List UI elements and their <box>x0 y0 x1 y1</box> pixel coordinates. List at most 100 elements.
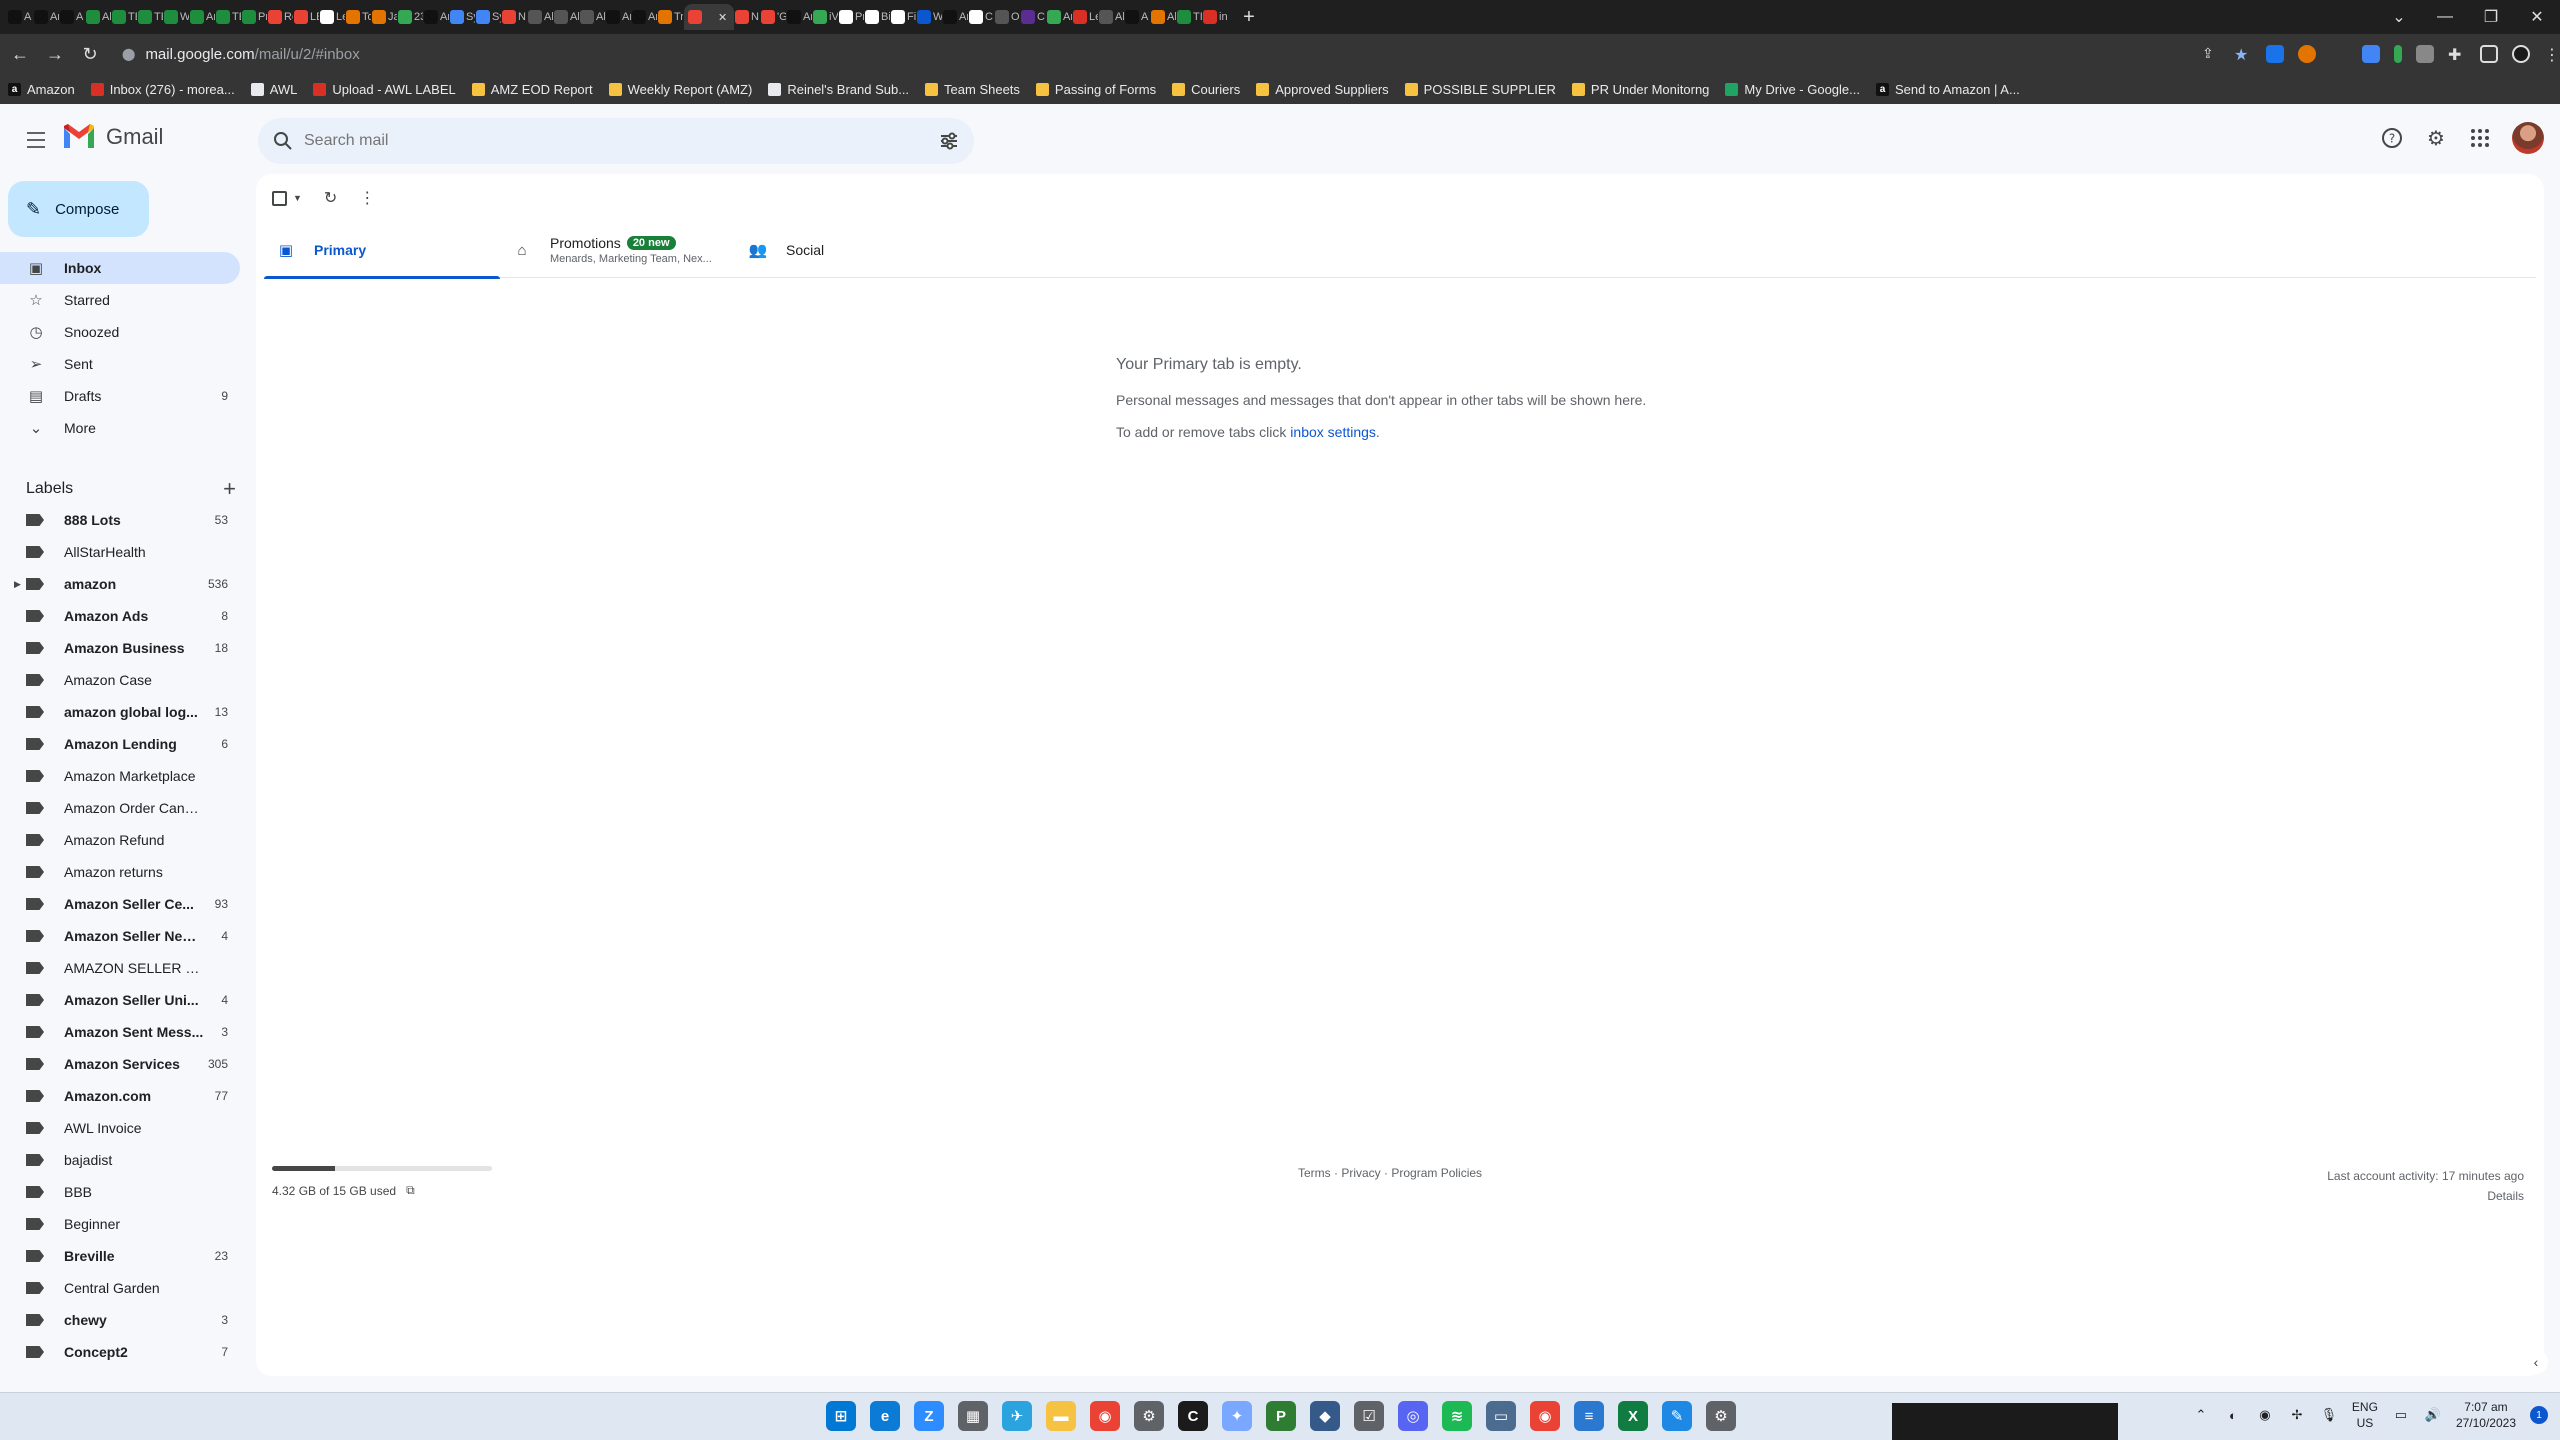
bookmark-item[interactable]: My Drive - Google... <box>1725 82 1860 97</box>
tab-promotions[interactable]: ⌂ Promotions 20 new Menards, Marketing T… <box>500 222 736 278</box>
tab-primary[interactable]: ▣ Primary <box>264 222 500 279</box>
bookmark-item[interactable]: a Send to Amazon | A... <box>1876 82 2020 97</box>
browser-tab[interactable]: Le <box>1073 4 1098 30</box>
browser-tab[interactable]: Al <box>580 4 605 30</box>
label-item[interactable]: Amazon returns <box>0 856 240 888</box>
browser-tab[interactable]: TI <box>1177 4 1202 30</box>
open-in-new-icon[interactable]: ⧉ <box>406 1183 415 1198</box>
edge-icon[interactable]: e <box>870 1401 900 1431</box>
telegram-icon[interactable]: ✈ <box>1002 1401 1032 1431</box>
refresh-icon[interactable]: ↻ <box>324 188 337 208</box>
new-tab-button[interactable]: + <box>1237 6 1261 29</box>
help-icon[interactable]: ? <box>2380 126 2404 150</box>
notepad-icon[interactable]: ≡ <box>1574 1401 1604 1431</box>
browser-tab[interactable]: Ar <box>787 4 812 30</box>
extension-1-icon[interactable] <box>2266 45 2284 63</box>
search-input[interactable] <box>304 132 864 150</box>
app-tray-icon[interactable]: ◉ <box>2256 1406 2274 1424</box>
label-item[interactable]: Central Garden <box>0 1272 240 1304</box>
browser-tab[interactable]: TE <box>138 4 163 30</box>
minimize-icon[interactable]: — <box>2422 8 2468 26</box>
browser-tab[interactable]: Ja <box>372 4 397 30</box>
label-item[interactable]: AMAZON SELLER SUPP... <box>0 952 240 984</box>
browser-tab[interactable]: To <box>346 4 371 30</box>
label-item[interactable]: Amazon Lending 6 <box>0 728 240 760</box>
share-icon[interactable]: ⇪ <box>2202 45 2220 63</box>
tab-search-icon[interactable]: ⌄ <box>2376 7 2422 27</box>
window-preview-thumbnail[interactable] <box>1892 1403 2118 1440</box>
gmail-logo[interactable]: Gmail <box>62 124 163 150</box>
label-item[interactable]: Amazon Business 18 <box>0 632 240 664</box>
app-star-icon[interactable]: ✦ <box>1222 1401 1252 1431</box>
vpn-icon[interactable]: ◆ <box>1310 1401 1340 1431</box>
bookmark-star-icon[interactable]: ★ <box>2234 45 2252 64</box>
reload-icon[interactable]: ↻ <box>75 39 105 69</box>
extension-5-icon[interactable] <box>2394 45 2402 63</box>
browser-tab[interactable]: Sy <box>450 4 475 30</box>
browser-tab[interactable]: Pr <box>839 4 864 30</box>
browser-tab[interactable]: 'G <box>761 4 786 30</box>
browser-tab[interactable]: iV <box>813 4 838 30</box>
browser-tab[interactable]: C <box>1021 4 1046 30</box>
search-bar[interactable] <box>258 118 974 164</box>
browser-tab[interactable]: TE <box>112 4 137 30</box>
bookmark-item[interactable]: Approved Suppliers <box>1256 82 1389 97</box>
browser-tab[interactable]: N <box>735 4 760 30</box>
label-item[interactable]: Amazon.com 77 <box>0 1080 240 1112</box>
label-item[interactable]: Concept2 7 <box>0 1336 240 1368</box>
chrome-active-icon[interactable]: ◉ <box>1530 1401 1560 1431</box>
label-item[interactable]: bajadist <box>0 1144 240 1176</box>
browser-tab[interactable]: Le <box>320 4 345 30</box>
notification-count-badge[interactable]: 1 <box>2530 1406 2548 1424</box>
settings-icon[interactable]: ⚙ <box>2424 126 2448 150</box>
sidebar-item-drafts[interactable]: ▤ Drafts 9 <box>0 380 240 412</box>
sidebar-item-sent[interactable]: ➢ Sent <box>0 348 240 380</box>
browser-tab[interactable]: Al <box>86 4 111 30</box>
label-item[interactable]: ▶ amazon 536 <box>0 568 240 600</box>
label-item[interactable]: contacted supp <box>0 1368 240 1376</box>
clock[interactable]: 7:07 am 27/10/2023 <box>2456 1399 2516 1431</box>
privacy-link[interactable]: Privacy <box>1341 1166 1380 1180</box>
chrome-icon[interactable]: ◉ <box>1090 1401 1120 1431</box>
browser-tab[interactable]: TE <box>216 4 241 30</box>
activity-details-link[interactable]: Details <box>2327 1186 2524 1206</box>
back-icon[interactable]: ← <box>5 39 35 69</box>
label-item[interactable]: Amazon Case <box>0 664 240 696</box>
bookmark-item[interactable]: Weekly Report (AMZ) <box>608 82 752 97</box>
browser-tab[interactable]: Al <box>528 4 553 30</box>
browser-tab[interactable]: Ar <box>1047 4 1072 30</box>
extension-6-icon[interactable] <box>2416 45 2434 63</box>
browser-tab[interactable]: Fi <box>891 4 916 30</box>
label-item[interactable]: Breville 23 <box>0 1240 240 1272</box>
excel-icon[interactable]: X <box>1618 1401 1648 1431</box>
browser-tab[interactable]: Al <box>1099 4 1124 30</box>
bookmark-item[interactable]: Team Sheets <box>925 82 1020 97</box>
browser-tab[interactable]: Ar <box>943 4 968 30</box>
search-options-icon[interactable] <box>938 130 960 152</box>
bookmark-item[interactable]: a Amazon <box>8 82 75 97</box>
browser-tab[interactable]: A <box>60 4 85 30</box>
forward-icon[interactable]: → <box>40 39 70 69</box>
bookmark-item[interactable]: POSSIBLE SUPPLIER <box>1404 82 1556 97</box>
bookmark-item[interactable]: Couriers <box>1172 82 1240 97</box>
browser-tab[interactable]: Pr <box>242 4 267 30</box>
sidebar-item-inbox[interactable]: ▣ Inbox <box>0 252 240 284</box>
input-language[interactable]: ENG US <box>2352 1399 2378 1431</box>
browser-tab[interactable]: A <box>8 4 33 30</box>
compose-button[interactable]: ✎ Compose <box>8 181 149 237</box>
browser-tab-active[interactable]: ✕ <box>684 4 734 30</box>
sidebar-item-more[interactable]: ⌄ More <box>0 412 240 444</box>
label-item[interactable]: amazon global log... 13 <box>0 696 240 728</box>
label-item[interactable]: Beginner <box>0 1208 240 1240</box>
main-menu-icon[interactable] <box>22 126 50 154</box>
google-apps-icon[interactable] <box>2468 126 2492 150</box>
browser-tab[interactable]: Tr <box>658 4 683 30</box>
label-item[interactable]: AllStarHealth <box>0 536 240 568</box>
browser-tab[interactable]: Bi <box>865 4 890 30</box>
app-pdf-icon[interactable]: P <box>1266 1401 1296 1431</box>
browser-tab[interactable]: Ar <box>190 4 215 30</box>
more-options-icon[interactable]: ⋮ <box>359 188 375 208</box>
start-icon[interactable]: ⊞ <box>826 1401 856 1431</box>
settings-gear-icon[interactable]: ⚙ <box>1134 1401 1164 1431</box>
extension-4-icon[interactable] <box>2362 45 2380 63</box>
